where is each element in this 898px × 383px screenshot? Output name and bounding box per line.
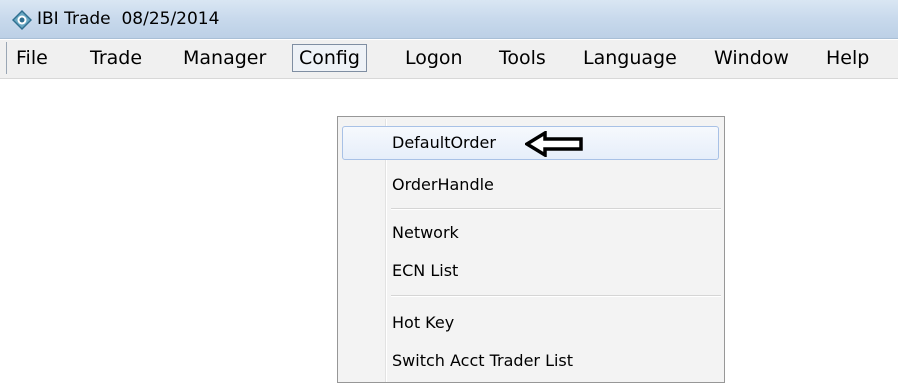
- menu-bar-edge: [6, 42, 7, 74]
- left-arrow-icon: [525, 131, 583, 157]
- menu-language[interactable]: Language: [583, 44, 677, 72]
- menu-config[interactable]: Config: [292, 44, 367, 72]
- menu-item-switch-acct-trader-list[interactable]: Switch Acct Trader List: [392, 351, 573, 370]
- ibi-app-icon: [12, 10, 32, 30]
- menu-separator: [391, 295, 721, 297]
- menu-item-default-order[interactable]: DefaultOrder: [392, 133, 496, 152]
- menu-window[interactable]: Window: [714, 44, 789, 72]
- menu-trade[interactable]: Trade: [90, 44, 142, 72]
- menu-separator: [391, 208, 721, 210]
- menu-tools[interactable]: Tools: [499, 44, 546, 72]
- menu-item-order-handle[interactable]: OrderHandle: [392, 175, 494, 194]
- menu-file[interactable]: File: [16, 44, 48, 72]
- window-title: IBI Trade 08/25/2014: [37, 9, 219, 29]
- menu-manager[interactable]: Manager: [183, 44, 266, 72]
- config-dropdown-menu: DefaultOrder OrderHandle Network ECN Lis…: [337, 116, 725, 383]
- menu-item-ecn-list[interactable]: ECN List: [392, 261, 458, 280]
- menu-item-hot-key[interactable]: Hot Key: [392, 313, 454, 332]
- app-name: IBI Trade: [37, 9, 111, 29]
- menu-logon[interactable]: Logon: [405, 44, 463, 72]
- menu-help[interactable]: Help: [826, 44, 869, 72]
- title-date: 08/25/2014: [121, 9, 220, 29]
- menu-item-network[interactable]: Network: [392, 223, 459, 242]
- title-bar[interactable]: IBI Trade 08/25/2014: [0, 0, 898, 39]
